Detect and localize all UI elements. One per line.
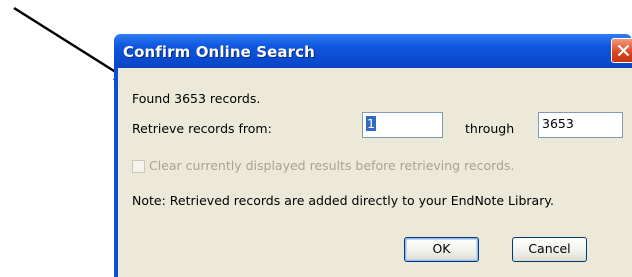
title-bar[interactable]: Confirm Online Search [114, 34, 632, 68]
close-button[interactable] [611, 38, 632, 63]
dialog-title: Confirm Online Search [123, 43, 315, 61]
confirm-online-search-dialog: Confirm Online Search Found 3653 records… [114, 34, 632, 277]
through-label: through [465, 121, 515, 136]
cancel-button[interactable]: Cancel [512, 237, 587, 262]
clear-results-label: Clear currently displayed results before… [149, 158, 515, 173]
note-text: Note: Retrieved records are added direct… [132, 193, 554, 208]
dialog-body: Found 3653 records. Retrieve records fro… [118, 68, 632, 277]
clear-results-checkbox[interactable] [132, 160, 145, 173]
ok-button[interactable]: OK [404, 237, 479, 262]
found-records-text: Found 3653 records. [132, 91, 261, 106]
retrieve-from-input[interactable]: 1 [362, 112, 443, 138]
retrieve-through-value: 3653 [542, 116, 574, 131]
retrieve-through-input[interactable]: 3653 [538, 112, 623, 138]
retrieve-from-value: 1 [366, 116, 376, 131]
retrieve-from-label: Retrieve records from: [132, 121, 272, 136]
close-icon [617, 44, 630, 57]
